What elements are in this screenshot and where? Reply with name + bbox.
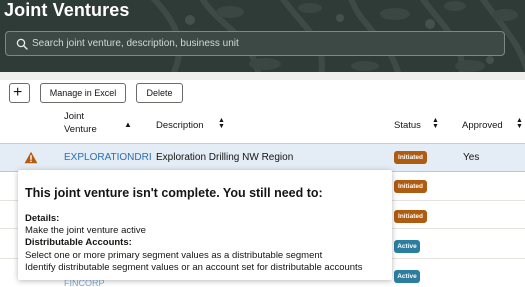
page-header: Joint Ventures (0, 0, 525, 72)
delete-button[interactable]: Delete (136, 83, 183, 103)
search-box[interactable] (5, 31, 505, 56)
description-cell: Exploration Drilling NW Region (156, 152, 294, 163)
column-header-description[interactable]: Description (156, 120, 204, 131)
sort-icon[interactable]: ▲ ▼ (218, 117, 225, 130)
page-title: Joint Ventures (4, 0, 130, 20)
distributable-accounts-item: Select one or more primary segment value… (25, 250, 323, 261)
column-header-joint-venture-line1[interactable]: Joint (64, 111, 84, 122)
status-badge: Initiated (394, 210, 427, 223)
search-icon (16, 38, 28, 50)
column-header-status[interactable]: Status (394, 120, 421, 131)
warning-icon[interactable] (24, 151, 38, 164)
distributable-accounts-heading: Distributable Accounts: (25, 237, 132, 248)
sort-icon[interactable]: ▲ ▼ (432, 117, 439, 130)
column-header-joint-venture-line2[interactable]: Venture (64, 124, 97, 135)
status-badge: Active (394, 270, 420, 283)
distributable-accounts-item: Identify distributable segment values or… (25, 262, 363, 273)
approved-cell: Yes (463, 152, 480, 163)
details-heading: Details: (25, 213, 60, 224)
status-badge: Active (394, 240, 420, 253)
joint-venture-link[interactable]: EXPLORATIONDRI (64, 152, 152, 163)
popup-title: This joint venture isn't complete. You s… (25, 186, 323, 200)
incomplete-joint-venture-popup: This joint venture isn't complete. You s… (18, 170, 392, 280)
sort-ascending-icon[interactable]: ▲ (124, 120, 132, 129)
header-separator-band (0, 72, 525, 80)
status-badge: Initiated (394, 151, 427, 164)
column-header-approved[interactable]: Approved (462, 120, 503, 131)
sort-icon[interactable]: ▲ ▼ (516, 117, 523, 130)
details-item: Make the joint venture active (25, 225, 146, 236)
manage-in-excel-button[interactable]: Manage in Excel (40, 83, 126, 103)
search-input[interactable] (32, 34, 492, 53)
status-badge: Initiated (394, 180, 427, 193)
add-button[interactable]: + (9, 83, 30, 103)
plus-icon: + (13, 84, 23, 101)
